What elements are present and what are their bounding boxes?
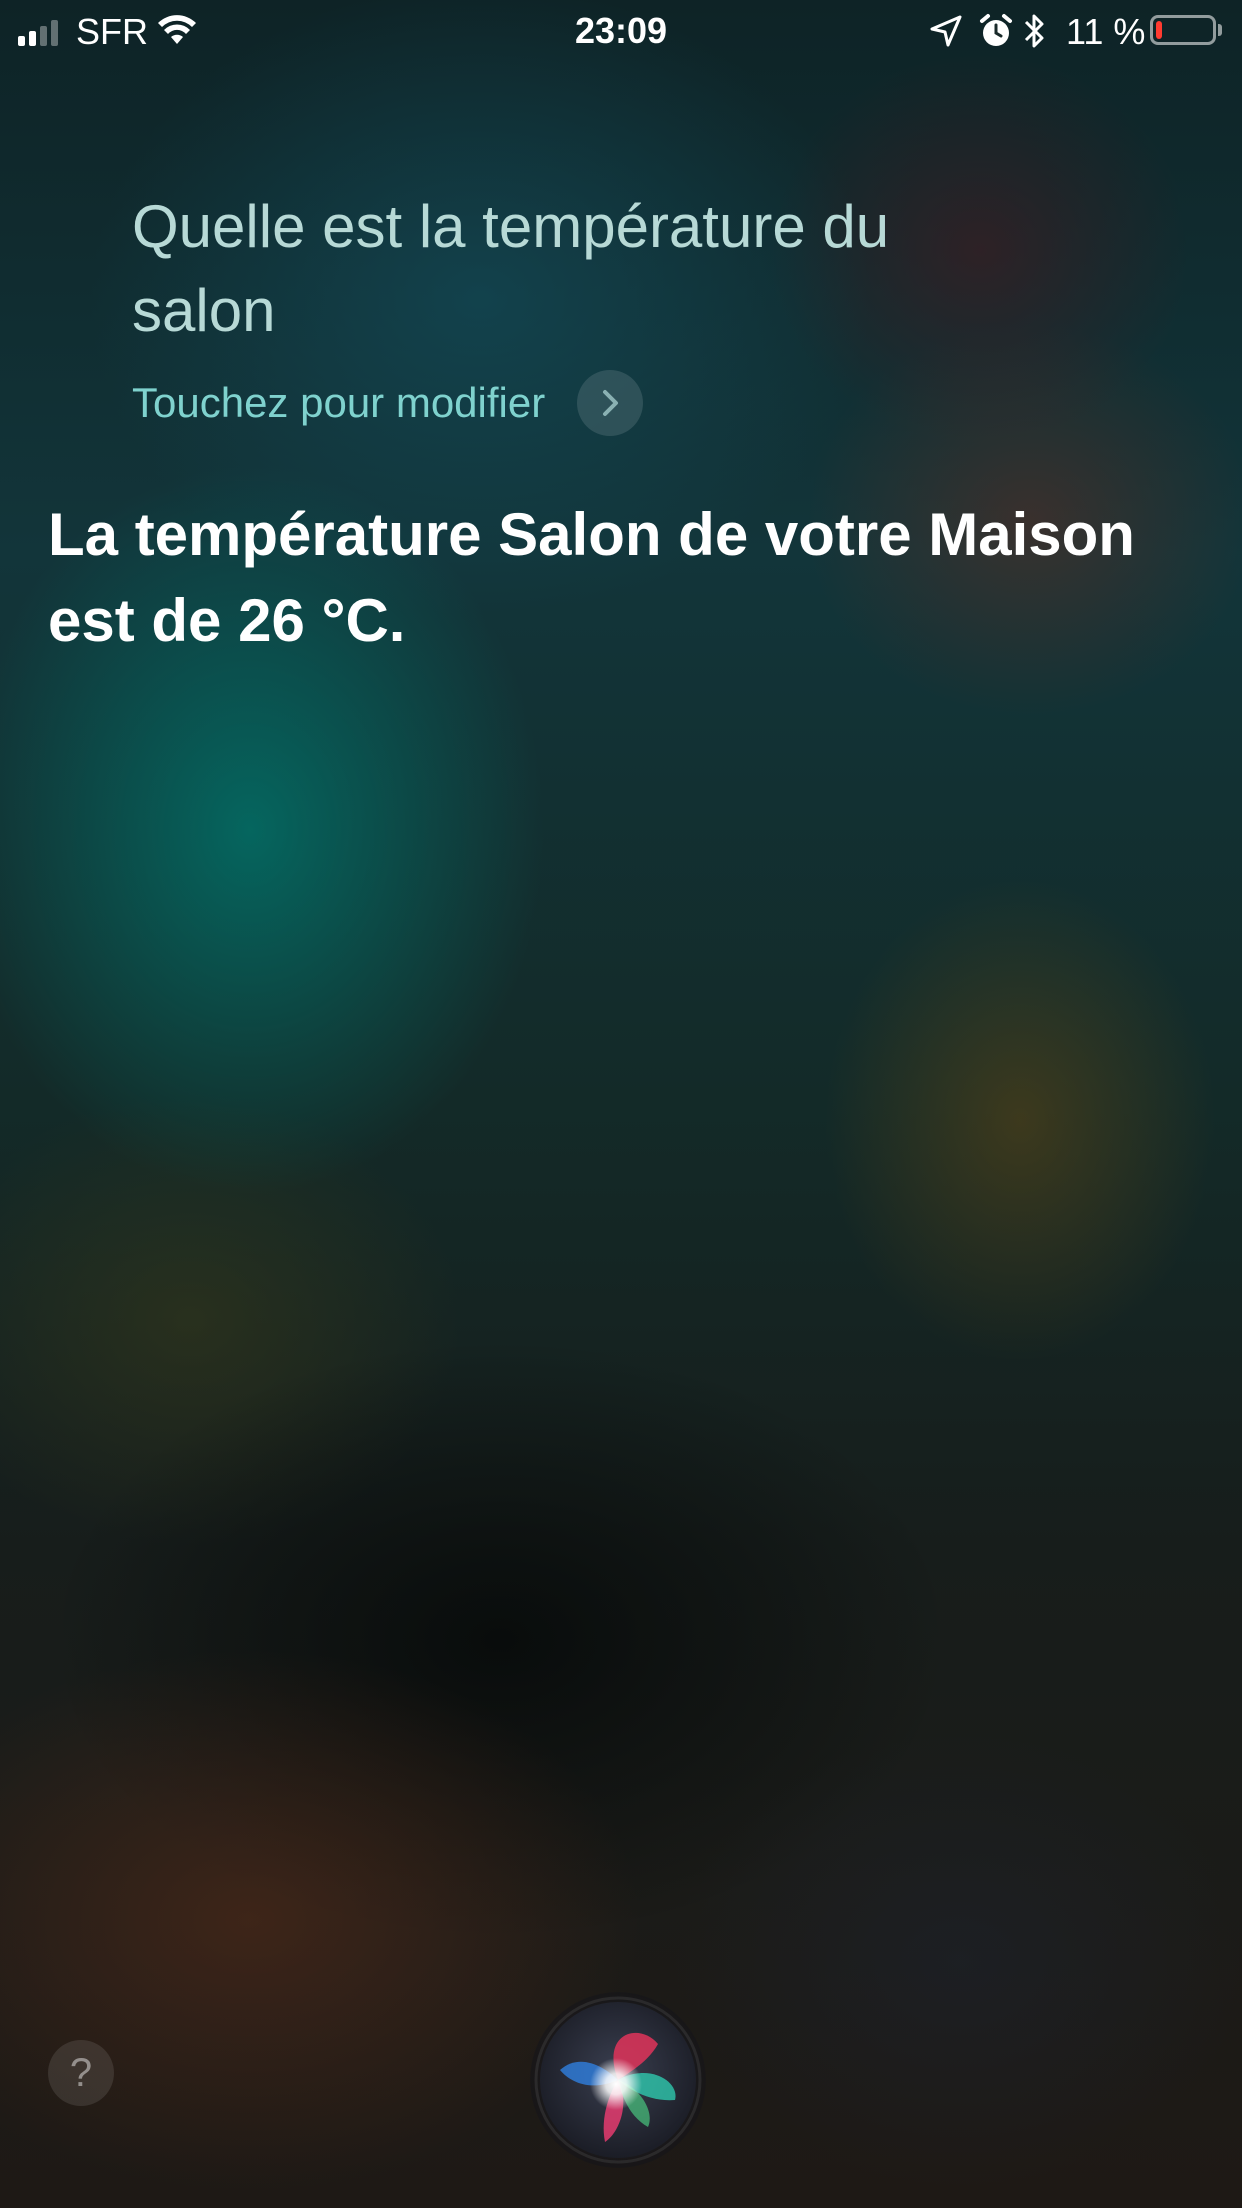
battery-percent: 11 %	[1066, 11, 1146, 52]
help-label: ?	[69, 2050, 93, 2095]
tap-to-edit-label[interactable]: Touchez pour modifier	[132, 379, 545, 427]
siri-orb-icon[interactable]	[530, 1992, 706, 2168]
bluetooth-icon	[1024, 14, 1044, 48]
siri-answer-text: La température Salon de votre Maison est…	[48, 501, 1135, 654]
siri-query-text[interactable]: Quelle est la température du salon	[132, 185, 1032, 353]
question-icon[interactable]: ?	[48, 2040, 114, 2106]
battery-icon	[1150, 15, 1216, 45]
chevron-right-icon[interactable]	[577, 370, 644, 436]
alarm-icon	[980, 14, 1012, 46]
location-icon	[930, 15, 962, 47]
status-bar: SFR 23:09 11 %	[0, 0, 1242, 62]
tap-to-edit-row[interactable]: Touchez pour modifier	[132, 370, 644, 436]
battery-tip	[1218, 24, 1222, 36]
clock: 23:09	[574, 10, 668, 51]
battery-level	[1156, 21, 1162, 39]
